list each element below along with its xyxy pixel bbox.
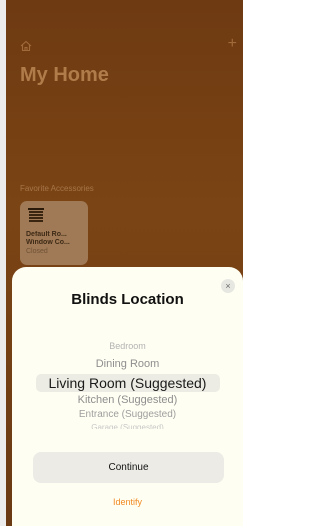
picker-item[interactable]: Entrance (Suggested) (12, 409, 243, 420)
picker-item-selected[interactable]: Living Room (Suggested) (12, 375, 243, 391)
accessory-status: Closed (26, 248, 48, 255)
blinds-icon (28, 208, 44, 222)
home-icon[interactable] (20, 40, 32, 52)
favorites-section-label: Favorite Accessories (20, 184, 94, 193)
picker-item[interactable]: Garage (Suggested) (12, 423, 243, 429)
accessory-name-line2: Window Co... (26, 239, 70, 246)
picker-item[interactable]: Kitchen (Suggested) (12, 394, 243, 406)
accessory-tile[interactable]: Default Ro... Window Co... Closed (20, 201, 88, 265)
sheet-title: Blinds Location (71, 291, 184, 308)
location-picker[interactable]: Bedroom Dining Room Living Room (Suggest… (12, 341, 243, 429)
picker-item[interactable]: Bedroom (12, 341, 243, 351)
close-icon: × (225, 280, 231, 291)
continue-button[interactable]: Continue (33, 452, 224, 483)
identify-link[interactable]: Identify (12, 497, 243, 507)
location-sheet: × Blinds Location Bedroom Dining Room Li… (12, 267, 243, 526)
page-title: My Home (20, 64, 109, 86)
picker-item[interactable]: Dining Room (12, 358, 243, 370)
add-icon[interactable]: + (228, 36, 237, 52)
accessory-name-line1: Default Ro... (26, 231, 67, 238)
